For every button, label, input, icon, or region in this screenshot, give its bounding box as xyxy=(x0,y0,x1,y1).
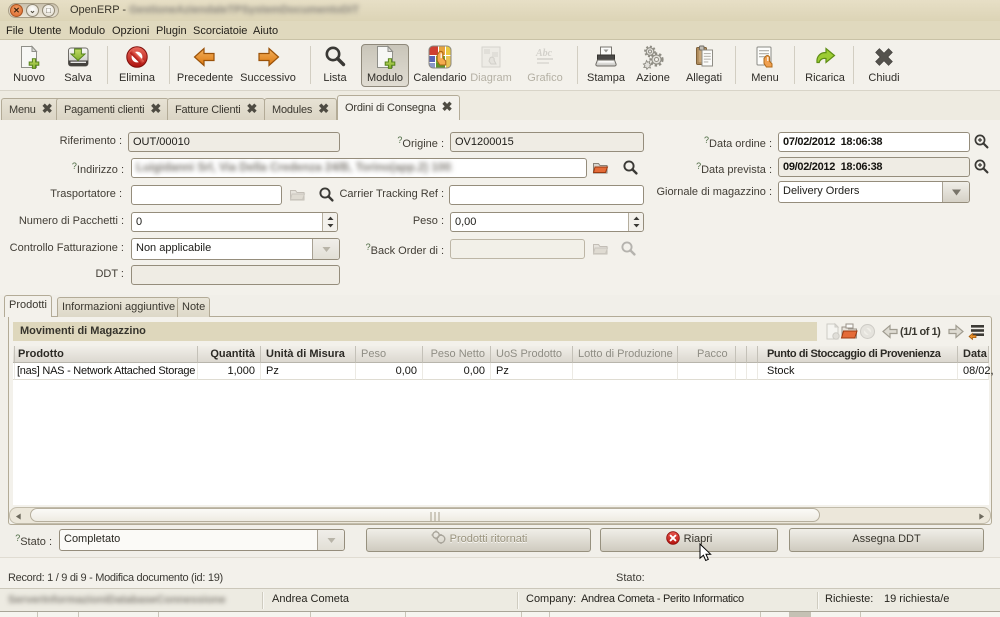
svg-text:Abc: Abc xyxy=(535,48,553,59)
